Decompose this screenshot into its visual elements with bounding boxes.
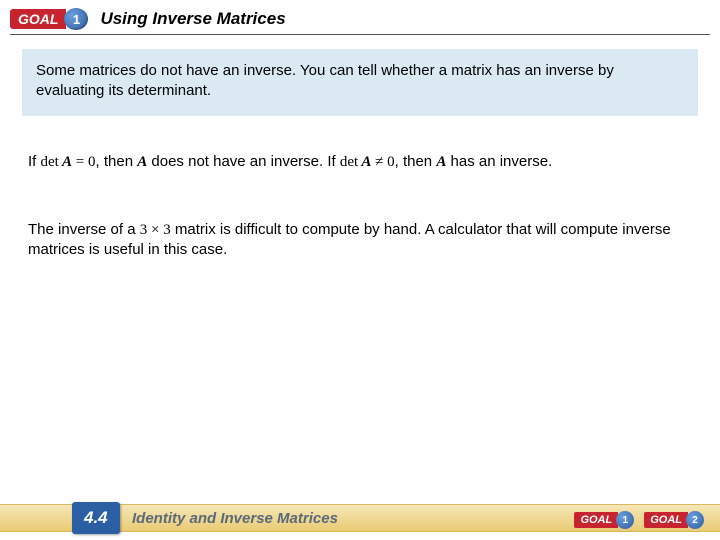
title-underline — [10, 34, 710, 35]
t: does not have an inverse. If — [147, 153, 340, 170]
section-number-badge: 4.4 — [72, 502, 120, 534]
goal-number: 1 — [616, 511, 634, 529]
t: If — [28, 153, 41, 170]
dim-3x3: 3 × 3 — [140, 222, 171, 238]
det-text: det — [41, 154, 59, 170]
matrix-A: A — [436, 154, 446, 170]
box-text: Some matrices do not have an inverse. Yo… — [36, 62, 614, 99]
footer-goal-2[interactable]: GOAL 2 — [644, 511, 704, 529]
t: , then — [96, 153, 138, 170]
footer-goal-links: GOAL 1 GOAL 2 — [574, 511, 704, 529]
goal-badge: GOAL 1 — [10, 8, 88, 30]
t: The inverse of a — [28, 221, 140, 238]
det-text: det — [340, 154, 358, 170]
goal-number: 2 — [686, 511, 704, 529]
paragraph-det-rule: If det A = 0, then A does not have an in… — [28, 152, 692, 172]
eq-zero: = 0 — [72, 154, 95, 170]
footer-goal-1[interactable]: GOAL 1 — [574, 511, 634, 529]
paragraph-3x3: The inverse of a 3 × 3 matrix is difficu… — [28, 220, 692, 261]
goal-label: GOAL — [574, 512, 618, 528]
matrix-A: A — [358, 154, 371, 170]
header: GOAL 1 Using Inverse Matrices — [0, 0, 720, 32]
goal-label: GOAL — [644, 512, 688, 528]
section-title: Identity and Inverse Matrices — [132, 510, 338, 527]
highlight-box: Some matrices do not have an inverse. Yo… — [22, 49, 698, 116]
t: , then — [395, 153, 437, 170]
matrix-A: A — [137, 154, 147, 170]
matrix-A: A — [59, 154, 72, 170]
neq-zero: ≠ 0 — [371, 154, 394, 170]
goal-number: 1 — [64, 8, 88, 30]
footer: 4.4 Identity and Inverse Matrices GOAL 1… — [0, 496, 720, 540]
page-title: Using Inverse Matrices — [100, 9, 285, 29]
t: has an inverse. — [446, 153, 552, 170]
goal-label: GOAL — [10, 9, 66, 29]
